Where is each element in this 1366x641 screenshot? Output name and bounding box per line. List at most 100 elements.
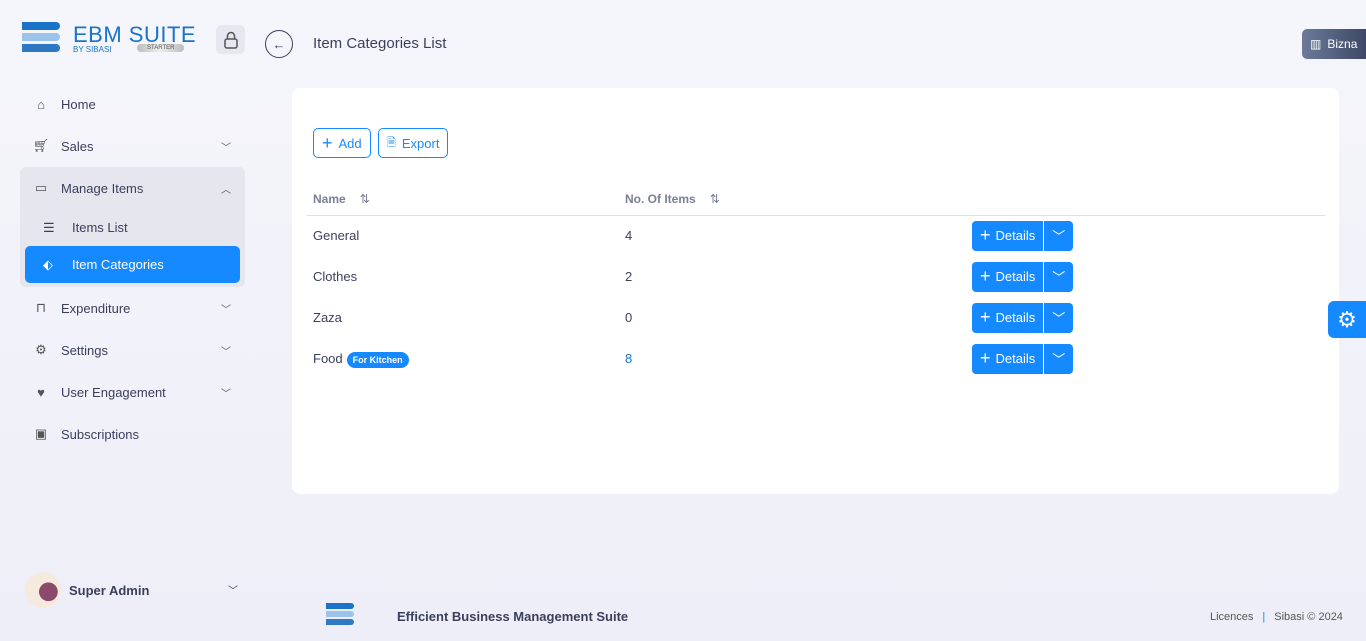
copyright: Sibasi © 2024 (1274, 611, 1343, 623)
sidebar-item-subscriptions[interactable]: ▣ Subscriptions (20, 413, 245, 455)
label: Export (401, 135, 440, 151)
chevron-down-icon: ﹀ (1052, 270, 1066, 285)
label: Add (338, 135, 362, 151)
column-actions (966, 183, 1325, 216)
lock-icon (223, 31, 238, 49)
add-button[interactable]: + Add (313, 128, 371, 158)
categories-table: Name ⇅ No. Of Items ⇅ General 4 + Details ﹀ C… (307, 183, 1325, 379)
label: Settings (61, 342, 108, 358)
plus-icon: + (322, 132, 333, 153)
lock-button[interactable] (216, 25, 245, 54)
details-button[interactable]: + Details (972, 261, 1045, 292)
briefcase-icon: ▭ (34, 180, 48, 195)
chevron-down-icon: ﹀ (221, 388, 231, 400)
category-name: General (313, 228, 360, 244)
excel-file-icon: 🗎 (387, 136, 396, 149)
footer-links: Licences | Sibasi © 2024 (1210, 611, 1343, 623)
details-dropdown-toggle[interactable]: ﹀ (1044, 344, 1073, 374)
label: Item Categories (72, 257, 164, 272)
details-dropdown-toggle[interactable]: ﹀ (1044, 303, 1073, 333)
label: Home (61, 96, 96, 112)
arrow-left-icon: ← (272, 36, 286, 52)
sidebar-item-settings[interactable]: ⚙ Settings ﹀ (20, 329, 245, 371)
category-name: Clothes (313, 269, 358, 284)
column-count[interactable]: No. Of Items ⇅ (619, 183, 966, 216)
label: User Engagement (61, 384, 166, 400)
plus-icon: + (980, 225, 991, 246)
gear-icon: ⚙ (35, 342, 47, 357)
details-button[interactable]: + Details (972, 220, 1045, 251)
bag-icon: ⊓ (35, 300, 47, 315)
table-row: General 4 + Details ﹀ (307, 215, 1325, 256)
heart-icon: ♥ (37, 384, 45, 400)
export-button[interactable]: 🗎 Export (378, 128, 449, 158)
back-button[interactable]: ← (265, 30, 293, 58)
plus-icon: + (980, 348, 991, 368)
user-menu[interactable]: Super Admin (25, 572, 149, 608)
sidebar-item-item-categories[interactable]: ⬖ Item Categories (25, 246, 240, 283)
category-name: Zaza (313, 310, 342, 325)
category-name: Food For Kitchen (307, 338, 619, 379)
table-row: Food For Kitchen 8 + Details ﹀ (307, 338, 1325, 379)
chevron-down-icon: ﹀ (221, 304, 231, 316)
details-split-button: + Details ﹀ (972, 261, 1074, 292)
licences-link[interactable]: Licences (1210, 611, 1253, 623)
details-button[interactable]: + Details (972, 302, 1045, 333)
list-icon: ☰ (43, 219, 55, 235)
sort-icon[interactable]: ⇅ (710, 192, 720, 206)
manage-items-group: ▭ Manage Items ︿ ☰ Items List ⬖ Item Categor… (20, 167, 245, 287)
building-icon: ▥ (1310, 37, 1322, 51)
settings-float-button[interactable]: ⚙ (1328, 301, 1366, 338)
avatar (25, 572, 61, 608)
plan-badge: STARTER (137, 44, 185, 52)
chevron-down-icon: ﹀ (1052, 229, 1066, 245)
plus-icon: + (980, 266, 991, 286)
sidebar-item-user-engagement[interactable]: ♥ User Engagement ﹀ (20, 371, 245, 413)
user-name: Super Admin (69, 582, 150, 598)
tag-icon: ⬖ (43, 256, 53, 272)
details-split-button: + Details ﹀ (972, 220, 1074, 251)
chevron-down-icon: ﹀ (1052, 311, 1066, 326)
table-row: Zaza 0 + Details ﹀ (307, 297, 1325, 338)
label: Items List (72, 220, 128, 235)
label: Subscriptions (61, 426, 140, 442)
item-count: 4 (625, 228, 633, 244)
plus-icon: + (980, 307, 991, 327)
details-split-button: + Details ﹀ (972, 302, 1074, 333)
sort-icon[interactable]: ⇅ (360, 192, 370, 206)
chevron-down-icon: ﹀ (1052, 352, 1066, 367)
chevron-down-icon[interactable]: ﹀ (228, 582, 238, 597)
label: Manage Items (61, 180, 144, 196)
category-badge: For Kitchen (346, 352, 409, 368)
sidebar-item-items-list[interactable]: ☰ Items List (25, 209, 240, 246)
details-button[interactable]: + Details (972, 343, 1045, 374)
label: Expenditure (61, 300, 131, 316)
brand-by: BY SIBASI (73, 45, 112, 54)
sidebar-item-expenditure[interactable]: ⊓ Expenditure ﹀ (20, 287, 245, 329)
sidebar: ⌂ Home 🛒︎ Sales ﹀ ▭ Manage Items ︿ ☰ Items Lis… (20, 83, 245, 455)
footer-logo (326, 603, 354, 627)
details-dropdown-toggle[interactable]: ﹀ (1044, 221, 1073, 251)
label: Sales (61, 138, 94, 154)
chevron-down-icon: ﹀ (221, 346, 231, 358)
item-count: 8 (625, 351, 633, 366)
item-count: 2 (625, 269, 633, 284)
business-switcher[interactable]: ▥ Bizna (1302, 29, 1366, 59)
page-title: Item Categories List (313, 35, 447, 52)
sidebar-item-sales[interactable]: 🛒︎ Sales ﹀ (20, 125, 245, 167)
column-name[interactable]: Name ⇅ (307, 183, 619, 216)
logo (22, 22, 60, 54)
sidebar-item-home[interactable]: ⌂ Home (20, 83, 245, 125)
cart-icon: 🛒︎ (32, 138, 50, 153)
money-icon: ▣ (34, 426, 48, 441)
details-dropdown-toggle[interactable]: ﹀ (1044, 262, 1073, 292)
home-icon: ⌂ (37, 96, 45, 112)
table-row: Clothes 2 + Details ﹀ (307, 256, 1325, 297)
main-card: + Add 🗎 Export Name ⇅ No. Of Items ⇅ General… (292, 88, 1339, 494)
sidebar-item-manage-items[interactable]: ▭ Manage Items ︿ (20, 167, 245, 209)
business-name: Bizna (1327, 37, 1358, 51)
item-count: 0 (625, 310, 633, 325)
footer-text: Efficient Business Management Suite (397, 609, 629, 624)
chevron-up-icon: ︿ (221, 184, 231, 196)
gear-icon: ⚙ (1337, 306, 1357, 332)
